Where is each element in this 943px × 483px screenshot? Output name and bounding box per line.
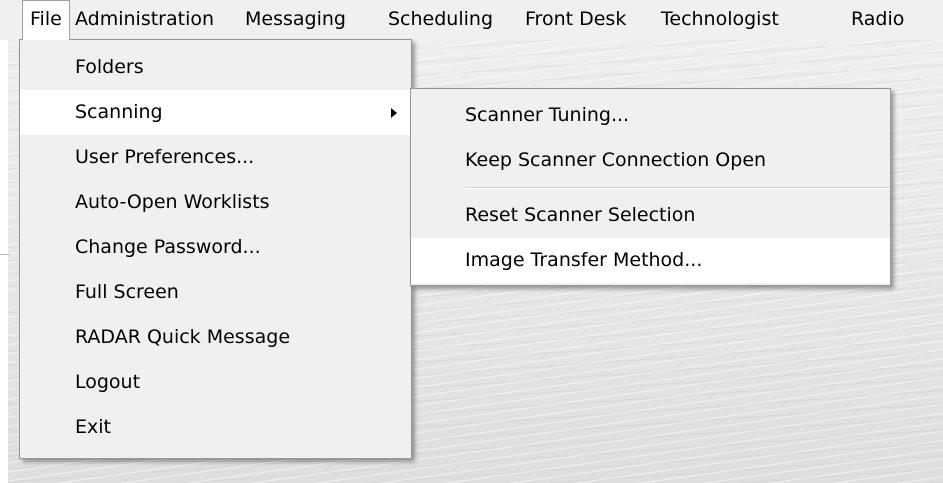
menu-item-label: Folders — [75, 56, 144, 78]
menu-item-user-preferences[interactable]: User Preferences... — [20, 135, 411, 180]
left-panel-edge — [0, 40, 10, 483]
menu-bar: File Administration Messaging Scheduling… — [0, 0, 943, 40]
menu-messaging[interactable]: Messaging — [238, 0, 353, 38]
menu-item-label: Keep Scanner Connection Open — [465, 149, 767, 171]
menu-separator — [465, 187, 890, 189]
file-menu-dropdown: Folders Scanning User Preferences... Aut… — [19, 39, 412, 459]
menu-item-label: Change Password... — [75, 236, 261, 258]
menu-item-auto-open-worklists[interactable]: Auto-Open Worklists — [20, 180, 411, 225]
menu-item-image-transfer-method[interactable]: Image Transfer Method... — [411, 238, 890, 283]
menu-item-label: RADAR Quick Message — [75, 326, 291, 348]
menu-item-label: Logout — [75, 371, 141, 393]
menu-item-radar-quick-message[interactable]: RADAR Quick Message — [20, 315, 411, 360]
menu-item-exit[interactable]: Exit — [20, 405, 411, 450]
menu-scheduling[interactable]: Scheduling — [381, 0, 500, 38]
menu-item-label: Exit — [75, 416, 111, 438]
menu-item-label: Scanning — [75, 101, 163, 123]
menu-item-scanner-tuning[interactable]: Scanner Tuning... — [411, 93, 890, 138]
scanning-submenu: Scanner Tuning... Keep Scanner Connectio… — [410, 88, 891, 286]
menu-item-full-screen[interactable]: Full Screen — [20, 270, 411, 315]
menu-administration[interactable]: Administration — [68, 0, 221, 38]
menu-item-folders[interactable]: Folders — [20, 45, 411, 90]
submenu-arrow-icon — [389, 90, 399, 135]
menu-file[interactable]: File — [22, 0, 70, 40]
menu-item-label: Auto-Open Worklists — [75, 191, 270, 213]
menu-item-keep-scanner-connection-open[interactable]: Keep Scanner Connection Open — [411, 138, 890, 183]
menu-item-label: User Preferences... — [75, 146, 255, 168]
menu-item-change-password[interactable]: Change Password... — [20, 225, 411, 270]
menu-item-label: Image Transfer Method... — [465, 249, 703, 271]
menu-item-reset-scanner-selection[interactable]: Reset Scanner Selection — [411, 193, 890, 238]
menu-item-label: Scanner Tuning... — [465, 104, 630, 126]
menu-item-label: Full Screen — [75, 281, 179, 303]
menu-item-label: Reset Scanner Selection — [465, 204, 696, 226]
menu-technologist[interactable]: Technologist — [654, 0, 786, 38]
menu-item-logout[interactable]: Logout — [20, 360, 411, 405]
menu-front-desk[interactable]: Front Desk — [518, 0, 633, 38]
menu-radio[interactable]: Radio — [844, 0, 911, 38]
menu-item-scanning[interactable]: Scanning — [20, 90, 411, 135]
